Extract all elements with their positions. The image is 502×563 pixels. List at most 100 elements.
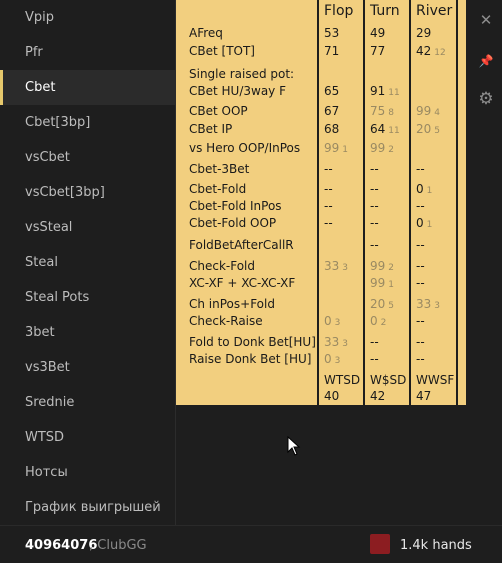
cell-flop[interactable]: 65 [324,82,339,100]
sample-size: 11 [388,126,400,136]
row-label: Cbet-Fold OOP [189,216,277,230]
sidebar-item-6[interactable]: vsSteal [0,210,175,245]
sample-size: 3 [434,301,441,311]
cell-turn[interactable]: 75 8 [370,102,394,122]
sidebar-item-11[interactable]: Srednie [0,385,175,420]
row-label: Raise Donk Bet [HU] [189,352,312,366]
row-label: Check-Fold [189,259,256,273]
table-row: Single raised pot: [176,65,466,83]
cell-river[interactable]: 99 4 [416,102,440,122]
table-row: CBet [TOT] 71 77 42 12 [176,42,466,60]
cell-turn[interactable]: -- [370,180,379,198]
cell-turn[interactable]: -- [370,214,379,232]
cell-river[interactable]: -- [416,160,425,178]
summary-value: 47 [416,389,432,403]
cell-turn[interactable]: 99 2 [370,139,394,159]
sidebar-item-9[interactable]: 3bet [0,315,175,350]
pin-icon[interactable]: 📌 [478,53,494,69]
table-row: Check-Fold 33 3 99 2 -- [176,257,466,275]
sample-size: 2 [380,318,387,328]
row-label: CBet [TOT] [189,44,255,58]
sample-size: 1 [342,145,349,155]
sidebar-item-0[interactable]: Vpip [0,0,175,35]
cell-flop[interactable]: 99 1 [324,139,348,159]
cell-river[interactable]: 01 [416,214,432,234]
player-color-swatch[interactable] [370,534,390,554]
cell-turn[interactable]: 91 11 [370,82,400,102]
stats-table: Flop Turn River AFreq 53 49 29 CBet [TOT] 71 7… [176,0,466,405]
cell-turn[interactable]: -- [370,197,379,215]
cell-flop[interactable]: 53 [324,24,339,42]
sample-size: 11 [388,88,400,98]
cell-turn[interactable]: 49 [370,24,385,42]
sidebar-item-7[interactable]: Steal [0,245,175,280]
hands-count: 1.4k hands [400,538,472,553]
cell-turn[interactable]: -- [370,333,379,351]
table-row: Check-Raise 0 3 0 2 -- [176,312,466,330]
sample-size: 1 [426,220,433,230]
sidebar-item-10[interactable]: vs3Bet [0,350,175,385]
sidebar-item-13[interactable]: Нотсы [0,455,175,490]
sample-size: 5 [434,126,441,136]
cell-flop[interactable]: -- [324,214,333,232]
cell-turn[interactable]: -- [370,236,379,254]
header-river: River [416,3,453,19]
sample-size: 3 [334,318,341,328]
table-row: Raise Donk Bet [HU] 0 3 -- -- [176,350,466,368]
sidebar-item-4[interactable]: vsCbet [0,140,175,175]
cell-turn[interactable]: -- [370,160,379,178]
cell-flop[interactable]: 03 [324,312,340,332]
cell-river[interactable]: 42 12 [416,42,446,62]
sample-size: 2 [388,145,395,155]
cell-river[interactable]: -- [416,197,425,215]
cell-river[interactable]: -- [416,236,425,254]
cell-flop[interactable]: -- [324,180,333,198]
sidebar-item-1[interactable]: Pfr [0,35,175,70]
summary-value: 42 [370,389,386,403]
cell-turn[interactable]: 77 [370,42,385,60]
table-row: Cbet-Fold OOP -- -- 0 1 [176,214,466,232]
cell-flop[interactable]: 03 [324,350,340,370]
cell-river[interactable]: 20 5 [416,120,440,140]
row-label: Cbet-3Bet [189,162,250,176]
gear-icon[interactable]: ⚙ [478,91,494,108]
cell-turn[interactable]: 99 1 [370,274,394,294]
cell-river[interactable]: -- [416,333,425,351]
cell-flop[interactable]: 71 [324,42,339,60]
table-row: vs Hero OOP/InPos 99 1 99 2 [176,139,466,157]
cell-river[interactable]: -- [416,274,425,292]
row-label: Single raised pot: [189,67,295,81]
row-label: Cbet-Fold InPos [189,199,282,213]
table-row: CBet HU/3way F 65 91 11 [176,82,466,100]
cell-flop[interactable]: -- [324,160,333,178]
cell-flop[interactable]: 67 [324,102,339,120]
sample-size: 3 [342,263,349,273]
sidebar-item-3[interactable]: Cbet[3bp] [0,105,175,140]
row-label: Fold to Donk Bet[HU] [189,335,316,349]
room-name: , ClubGG [89,538,147,553]
cell-turn[interactable]: 64 11 [370,120,400,140]
cell-river[interactable]: -- [416,257,425,275]
cell-flop[interactable]: 68 [324,120,339,138]
cell-turn[interactable]: 02 [370,312,386,332]
player-id: 40964076 [25,538,98,553]
row-label: CBet HU/3way F [189,84,286,98]
row-label: AFreq [189,26,223,40]
cell-river[interactable]: -- [416,350,425,368]
table-row: Ch inPos+Fold 20 5 33 3 [176,295,466,313]
close-icon[interactable]: ✕ [478,12,494,28]
table-row: Cbet-Fold -- -- 0 1 [176,180,466,198]
sidebar-item-8[interactable]: Steal Pots [0,280,175,315]
sidebar-item-5[interactable]: vsCbet[3bp] [0,175,175,210]
sample-size: 1 [426,186,433,196]
sidebar-item-12[interactable]: WTSD [0,420,175,455]
cell-turn[interactable]: -- [370,350,379,368]
sample-size: 3 [342,339,349,349]
sidebar-item-2[interactable]: Cbet [0,70,175,105]
cell-flop[interactable]: -- [324,197,333,215]
cell-river[interactable]: 29 [416,24,431,42]
sidebar-item-14[interactable]: График выигрышей [0,490,175,525]
table-row: Cbet-Fold InPos -- -- -- [176,197,466,215]
sample-size: 2 [388,263,395,273]
cell-river[interactable]: -- [416,312,425,330]
